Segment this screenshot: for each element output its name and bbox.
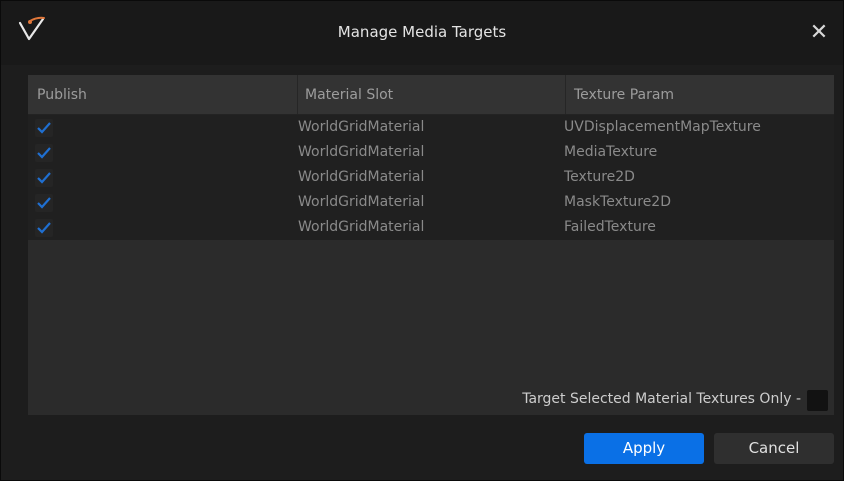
table-row[interactable]: WorldGridMaterial MediaTexture	[28, 140, 834, 165]
column-header-publish[interactable]: Publish	[28, 75, 296, 114]
media-targets-panel: Publish Material Slot Texture Param Worl…	[28, 75, 834, 415]
material-slot-cell: WorldGridMaterial	[298, 119, 425, 135]
dialog-window: Manage Media Targets ✕ Publish Material …	[0, 0, 844, 481]
material-slot-cell: WorldGridMaterial	[298, 144, 425, 160]
column-header-material-slot[interactable]: Material Slot	[297, 75, 565, 114]
publish-checkbox[interactable]	[35, 119, 53, 137]
texture-param-cell: FailedTexture	[564, 219, 656, 235]
texture-param-cell: UVDisplacementMapTexture	[564, 119, 761, 135]
target-selected-label: Target Selected Material Textures Only -	[522, 391, 801, 407]
texture-param-cell: MediaTexture	[564, 144, 658, 160]
target-selected-checkbox[interactable]	[807, 390, 828, 411]
texture-param-cell: MaskTexture2D	[564, 194, 671, 210]
cancel-button[interactable]: Cancel	[714, 433, 834, 464]
apply-button[interactable]: Apply	[584, 433, 704, 464]
table-row[interactable]: WorldGridMaterial FailedTexture	[28, 215, 834, 240]
checkmark-icon	[37, 147, 51, 159]
publish-checkbox[interactable]	[35, 194, 53, 212]
column-header-texture-param[interactable]: Texture Param	[565, 75, 834, 114]
table-row[interactable]: WorldGridMaterial UVDisplacementMapTextu…	[28, 115, 834, 140]
table-header: Publish Material Slot Texture Param	[28, 75, 834, 115]
title-bar[interactable]: Manage Media Targets ✕	[1, 1, 843, 65]
table-row[interactable]: WorldGridMaterial MaskTexture2D	[28, 190, 834, 215]
checkmark-icon	[37, 172, 51, 184]
publish-checkbox[interactable]	[35, 144, 53, 162]
checkmark-icon	[37, 122, 51, 134]
close-icon[interactable]: ✕	[807, 21, 831, 45]
dialog-title: Manage Media Targets	[337, 23, 507, 41]
checkmark-icon	[37, 197, 51, 209]
material-slot-cell: WorldGridMaterial	[298, 219, 425, 235]
table-row[interactable]: WorldGridMaterial Texture2D	[28, 165, 834, 190]
checkmark-icon	[37, 222, 51, 234]
publish-checkbox[interactable]	[35, 219, 53, 237]
texture-param-cell: Texture2D	[564, 169, 635, 185]
material-slot-cell: WorldGridMaterial	[298, 194, 425, 210]
publish-checkbox[interactable]	[35, 169, 53, 187]
material-slot-cell: WorldGridMaterial	[298, 169, 425, 185]
table-body: WorldGridMaterial UVDisplacementMapTextu…	[28, 115, 834, 240]
